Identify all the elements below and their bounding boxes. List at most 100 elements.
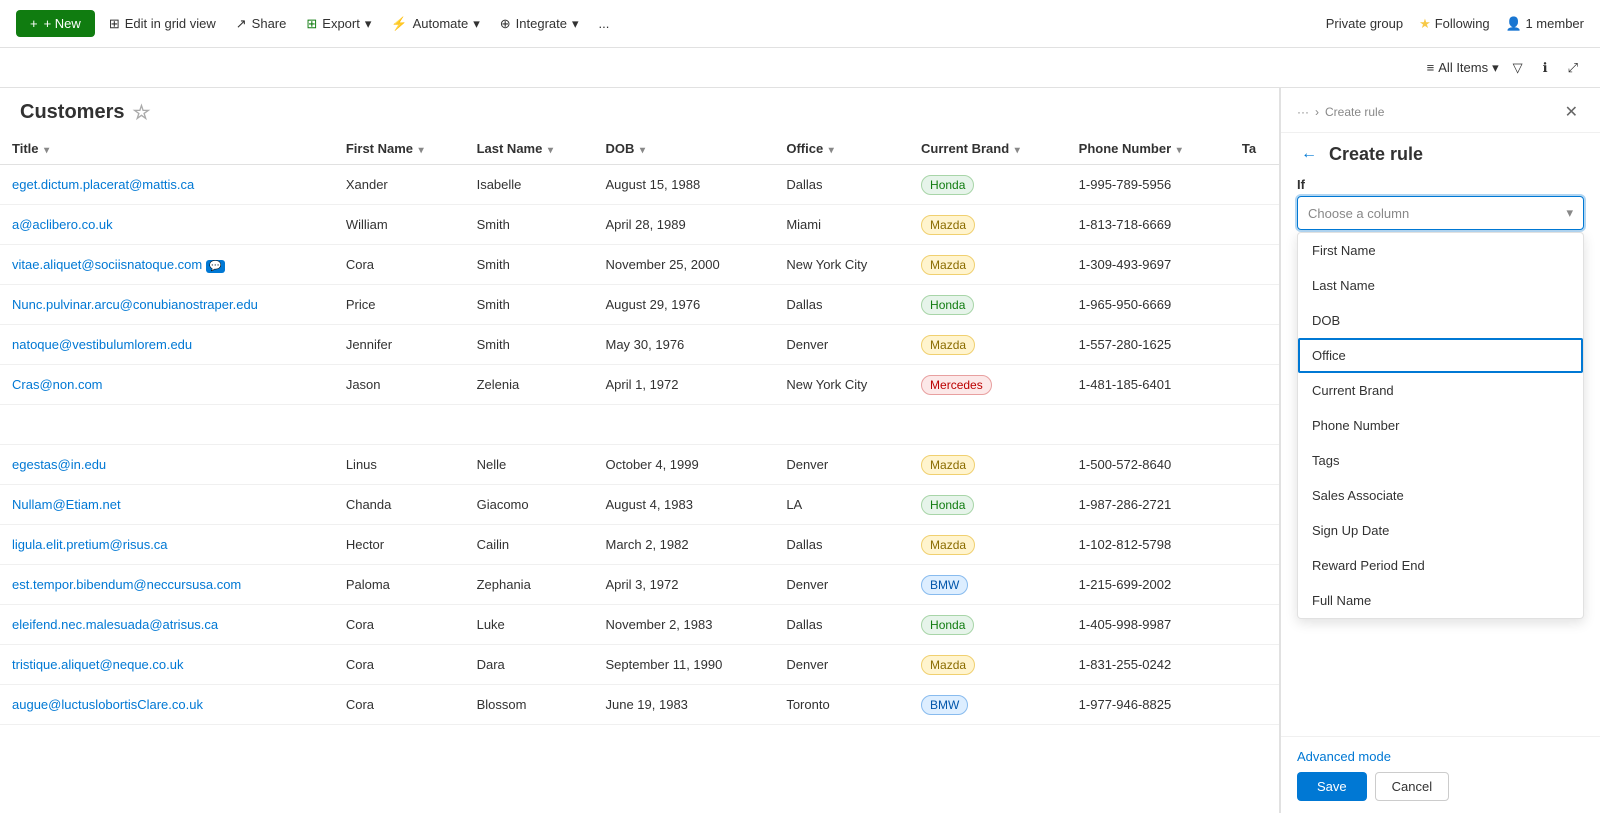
col-title[interactable]: Title ▾ — [0, 133, 334, 165]
dropdown-item[interactable]: Office — [1298, 338, 1583, 373]
dropdown-item[interactable]: DOB — [1298, 303, 1583, 338]
table-row[interactable] — [0, 405, 1279, 445]
dropdown-item[interactable]: Tags — [1298, 443, 1583, 478]
following-badge[interactable]: ★ Following — [1419, 16, 1490, 32]
cell-title: ligula.elit.pretium@risus.ca — [0, 525, 334, 565]
integrate-button[interactable]: ⊕ Integrate ▾ — [494, 12, 585, 36]
table-row[interactable]: egestas@in.edu Linus Nelle October 4, 19… — [0, 445, 1279, 485]
dropdown-list: First NameLast NameDOBOfficeCurrent Bran… — [1297, 232, 1584, 619]
cell-phone: 1-102-812-5798 — [1067, 525, 1230, 565]
table-row[interactable]: natoque@vestibulumlorem.edu Jennifer Smi… — [0, 325, 1279, 365]
dropdown-item[interactable]: Last Name — [1298, 268, 1583, 303]
panel-close-button[interactable]: ✕ — [1559, 100, 1584, 124]
filter-icon: ▽ — [1513, 60, 1523, 76]
col-last-name[interactable]: Last Name ▾ — [465, 133, 594, 165]
dropdown-item[interactable]: Sign Up Date — [1298, 513, 1583, 548]
automate-button[interactable]: ⚡ Automate ▾ — [385, 12, 485, 36]
cell-brand: Mazda — [909, 645, 1067, 685]
col-office[interactable]: Office ▾ — [774, 133, 909, 165]
panel-back-button[interactable]: ← — [1297, 143, 1321, 165]
dropdown-item[interactable]: Full Name — [1298, 583, 1583, 618]
table-row[interactable]: Nullam@Etiam.net Chanda Giacomo August 4… — [0, 485, 1279, 525]
cell-phone: 1-405-998-9987 — [1067, 605, 1230, 645]
favorite-star-icon[interactable]: ☆ — [132, 100, 150, 125]
expand-icon: ⤢ — [1568, 60, 1578, 76]
cell-office: Denver — [774, 565, 909, 605]
column-dropdown-trigger[interactable]: Choose a column ▾ — [1297, 196, 1584, 230]
cell-phone: 1-987-286-2721 — [1067, 485, 1230, 525]
cell-dob: May 30, 1976 — [594, 325, 775, 365]
dropdown-item[interactable]: Current Brand — [1298, 373, 1583, 408]
cell-brand: Mercedes — [909, 365, 1067, 405]
dropdown-item[interactable]: Sales Associate — [1298, 478, 1583, 513]
table-row[interactable]: Nunc.pulvinar.arcu@conubianostraper.edu … — [0, 285, 1279, 325]
expand-button[interactable]: ⤢ — [1562, 56, 1584, 80]
dropdown-item[interactable]: Phone Number — [1298, 408, 1583, 443]
table-row[interactable]: a@aclibero.co.uk William Smith April 28,… — [0, 205, 1279, 245]
col-tags[interactable]: Ta — [1230, 133, 1279, 165]
close-icon: ✕ — [1565, 104, 1578, 121]
dropdown-item[interactable]: Reward Period End — [1298, 548, 1583, 583]
cell-last-name: Smith — [465, 325, 594, 365]
cell-dob: April 28, 1989 — [594, 205, 775, 245]
all-items-button[interactable]: ≡ All Items ▾ — [1427, 60, 1499, 76]
cell-dob: August 29, 1976 — [594, 285, 775, 325]
table-row[interactable]: ligula.elit.pretium@risus.ca Hector Cail… — [0, 525, 1279, 565]
cell-tags — [1230, 445, 1279, 485]
cell-first-name: Price — [334, 285, 465, 325]
cell-office: Toronto — [774, 685, 909, 725]
automate-icon: ⚡ — [391, 16, 407, 32]
cell-phone: 1-215-699-2002 — [1067, 565, 1230, 605]
share-button[interactable]: ↗ Share — [230, 12, 293, 36]
table-row[interactable]: eleifend.nec.malesuada@atrisus.ca Cora L… — [0, 605, 1279, 645]
export-button[interactable]: ⊞ Export ▾ — [300, 12, 377, 36]
new-button[interactable]: + + New — [16, 10, 95, 37]
if-label: If — [1281, 165, 1600, 196]
cell-tags — [1230, 605, 1279, 645]
cell-brand: Mazda — [909, 205, 1067, 245]
back-arrow-icon: ← — [1301, 145, 1317, 162]
cell-brand: Honda — [909, 285, 1067, 325]
table-scroll-container[interactable]: Title ▾ First Name ▾ Last Name ▾ DOB ▾ O… — [0, 133, 1279, 813]
col-brand[interactable]: Current Brand ▾ — [909, 133, 1067, 165]
col-phone[interactable]: Phone Number ▾ — [1067, 133, 1230, 165]
private-group: Private group — [1326, 16, 1403, 31]
table-row[interactable]: eget.dictum.placerat@mattis.ca Xander Is… — [0, 165, 1279, 205]
cell-first-name: Jason — [334, 365, 465, 405]
table-row[interactable]: Cras@non.com Jason Zelenia April 1, 1972… — [0, 365, 1279, 405]
table-row[interactable]: tristique.aliquet@neque.co.uk Cora Dara … — [0, 645, 1279, 685]
panel-title: Create rule — [1329, 144, 1423, 165]
edit-grid-button[interactable]: ⊞ Edit in grid view — [103, 12, 222, 36]
cell-last-name: Blossom — [465, 685, 594, 725]
table-row[interactable]: est.tempor.bibendum@neccursusa.com Palom… — [0, 565, 1279, 605]
cell-first-name: Cora — [334, 645, 465, 685]
cell-first-name: Cora — [334, 245, 465, 285]
col-first-name[interactable]: First Name ▾ — [334, 133, 465, 165]
cancel-button[interactable]: Cancel — [1375, 772, 1449, 801]
col-dob[interactable]: DOB ▾ — [594, 133, 775, 165]
panel-footer: Advanced mode Save Cancel — [1281, 736, 1600, 813]
dropdown-item[interactable]: First Name — [1298, 233, 1583, 268]
cell-dob: November 25, 2000 — [594, 245, 775, 285]
breadcrumb-arrow-icon: › — [1315, 105, 1319, 119]
info-button[interactable]: ℹ — [1537, 56, 1554, 80]
cell-title: augue@luctuslobortisClare.co.uk — [0, 685, 334, 725]
more-button[interactable]: ... — [593, 12, 616, 35]
dropdown-chevron-icon: ▾ — [1566, 205, 1573, 221]
person-icon: 👤 — [1506, 16, 1522, 31]
cell-title: egestas@in.edu — [0, 445, 334, 485]
cell-office: Denver — [774, 325, 909, 365]
cell-title: eleifend.nec.malesuada@atrisus.ca — [0, 605, 334, 645]
cell-phone: 1-965-950-6669 — [1067, 285, 1230, 325]
cell-tags — [1230, 485, 1279, 525]
filter-button[interactable]: ▽ — [1507, 56, 1529, 80]
cell-last-name: Dara — [465, 645, 594, 685]
top-bar-right: Private group ★ Following 👤 1 member — [1326, 16, 1584, 32]
panel-breadcrumb: ··· › Create rule — [1297, 105, 1384, 119]
cell-tags — [1230, 205, 1279, 245]
table-row[interactable]: augue@luctuslobortisClare.co.uk Cora Blo… — [0, 685, 1279, 725]
advanced-mode-link[interactable]: Advanced mode — [1297, 749, 1584, 764]
cell-brand: Honda — [909, 485, 1067, 525]
table-row[interactable]: vitae.aliquet@sociisnatoque.com💬 Cora Sm… — [0, 245, 1279, 285]
save-button[interactable]: Save — [1297, 772, 1367, 801]
